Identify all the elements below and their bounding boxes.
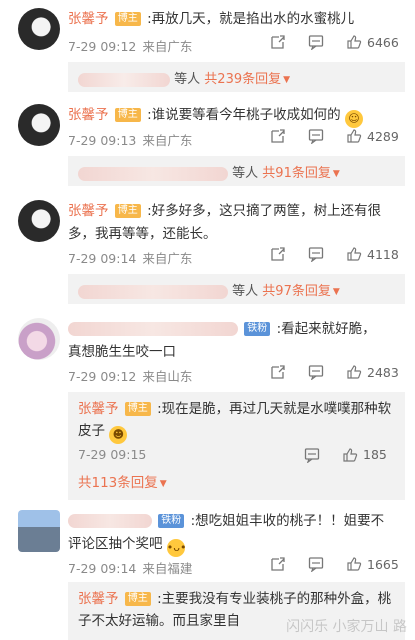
like-count: 185 [363, 447, 387, 462]
like-count: 4118 [367, 246, 399, 262]
author-badge: 博主 [124, 402, 151, 416]
comment-icon[interactable] [308, 34, 324, 50]
blurred-username [68, 514, 152, 528]
comment-text-line1: :想吃姐姐丰收的桃子！！姐要不 [190, 513, 385, 529]
author-badge: 博主 [114, 12, 141, 26]
like-icon[interactable] [342, 447, 358, 463]
share-icon[interactable] [270, 34, 286, 50]
reply-author[interactable]: 张馨予 [78, 591, 119, 607]
watermark: 闪闪乐 小家万山 路 [286, 619, 407, 635]
blurred-username [78, 166, 228, 181]
author-badge: 博主 [114, 204, 141, 218]
author-badge: 博主 [124, 592, 151, 606]
cute-emoji-icon: •ᴗ• [166, 539, 187, 557]
caret-down-icon: ▼ [332, 169, 340, 179]
caret-down-icon: ▼ [332, 287, 340, 297]
comment-text: :谁说要等看今年桃子收成如何的 [147, 107, 341, 123]
share-icon[interactable] [270, 556, 286, 572]
comment-time: 7-29 09:14 [68, 251, 137, 266]
comment-location: 来自福建 [142, 561, 193, 576]
comment-text-line2: 真想脆生生咬一口 [68, 344, 176, 360]
reply-time: 7-29 09:15 [78, 447, 147, 462]
comment-location: 来自广东 [142, 133, 193, 148]
comment-text: :再放几天，就是掐出水的水蜜桃儿 [147, 11, 355, 27]
reply-text-line1: :现在是脆，再过几天就是水噗噗那种软 [157, 401, 392, 417]
comment-icon[interactable] [308, 364, 324, 380]
like-count: 4289 [367, 128, 399, 144]
comment-location: 来自山东 [142, 369, 193, 384]
reply-suffix: 等人 [232, 284, 259, 299]
blurred-username [78, 72, 170, 87]
fan-badge: 铁粉 [158, 514, 185, 528]
like-icon[interactable] [346, 556, 362, 572]
grin-emoji-icon: ☻ [109, 426, 128, 444]
share-icon[interactable] [270, 246, 286, 262]
author-badge: 博主 [114, 108, 141, 122]
avatar[interactable] [18, 200, 60, 242]
like-icon[interactable] [346, 34, 362, 50]
like-count: 2483 [367, 364, 399, 380]
avatar[interactable] [18, 318, 60, 360]
like-count: 6466 [367, 34, 399, 50]
avatar[interactable] [18, 510, 60, 552]
reply-text-line1: :主要我没有专业装桃子的那种外盒，桃 [157, 591, 392, 607]
share-icon[interactable] [270, 128, 286, 144]
comment-location: 来自广东 [142, 251, 193, 266]
more-replies-link[interactable]: 共97条回复 ▼ [262, 284, 339, 299]
comment-time: 7-29 09:12 [68, 369, 137, 384]
blurred-username [68, 322, 238, 336]
more-replies-link[interactable]: 共113条回复 ▼ [78, 475, 167, 491]
avatar[interactable] [18, 104, 60, 146]
comment-location: 来自广东 [142, 39, 193, 54]
comment-icon[interactable] [308, 556, 324, 572]
like-icon[interactable] [346, 246, 362, 262]
reply-suffix: 等人 [232, 166, 259, 181]
share-icon[interactable] [270, 364, 286, 380]
avatar[interactable] [18, 8, 60, 50]
more-replies-link[interactable]: 共91条回复 ▼ [262, 166, 339, 181]
comment-icon[interactable] [304, 447, 320, 463]
reply-suffix: 等人 [174, 72, 201, 87]
comment-author[interactable]: 张馨予 [68, 11, 109, 27]
comment-text-line1: :好多好多，这只摘了两筐，树上还有很 [147, 203, 382, 219]
more-replies-link[interactable]: 共239条回复 ▼ [204, 72, 290, 87]
like-icon[interactable] [346, 364, 362, 380]
comment-time: 7-29 09:13 [68, 133, 137, 148]
caret-down-icon: ▼ [159, 479, 167, 489]
comment-text-line2: 评论区抽个奖吧 [68, 536, 163, 552]
like-count: 1665 [367, 556, 399, 572]
comment-time: 7-29 09:14 [68, 561, 137, 576]
comment-text-line1: :看起来就好脆， [276, 321, 376, 337]
comment-icon[interactable] [308, 246, 324, 262]
comment-author[interactable]: 张馨予 [68, 107, 109, 123]
fan-badge: 铁粉 [244, 322, 271, 336]
comment-time: 7-29 09:12 [68, 39, 137, 54]
blurred-username [78, 284, 228, 299]
reply-author[interactable]: 张馨予 [78, 401, 119, 417]
comment-text-line2: 多，我再等等，还能长。 [68, 226, 217, 242]
caret-down-icon: ▼ [283, 75, 291, 85]
comment-icon[interactable] [308, 128, 324, 144]
comment-author[interactable]: 张馨予 [68, 203, 109, 219]
reply-text-line2: 皮子 [78, 423, 105, 439]
laugh-emoji-icon: ☺ [344, 110, 363, 128]
like-icon[interactable] [346, 128, 362, 144]
